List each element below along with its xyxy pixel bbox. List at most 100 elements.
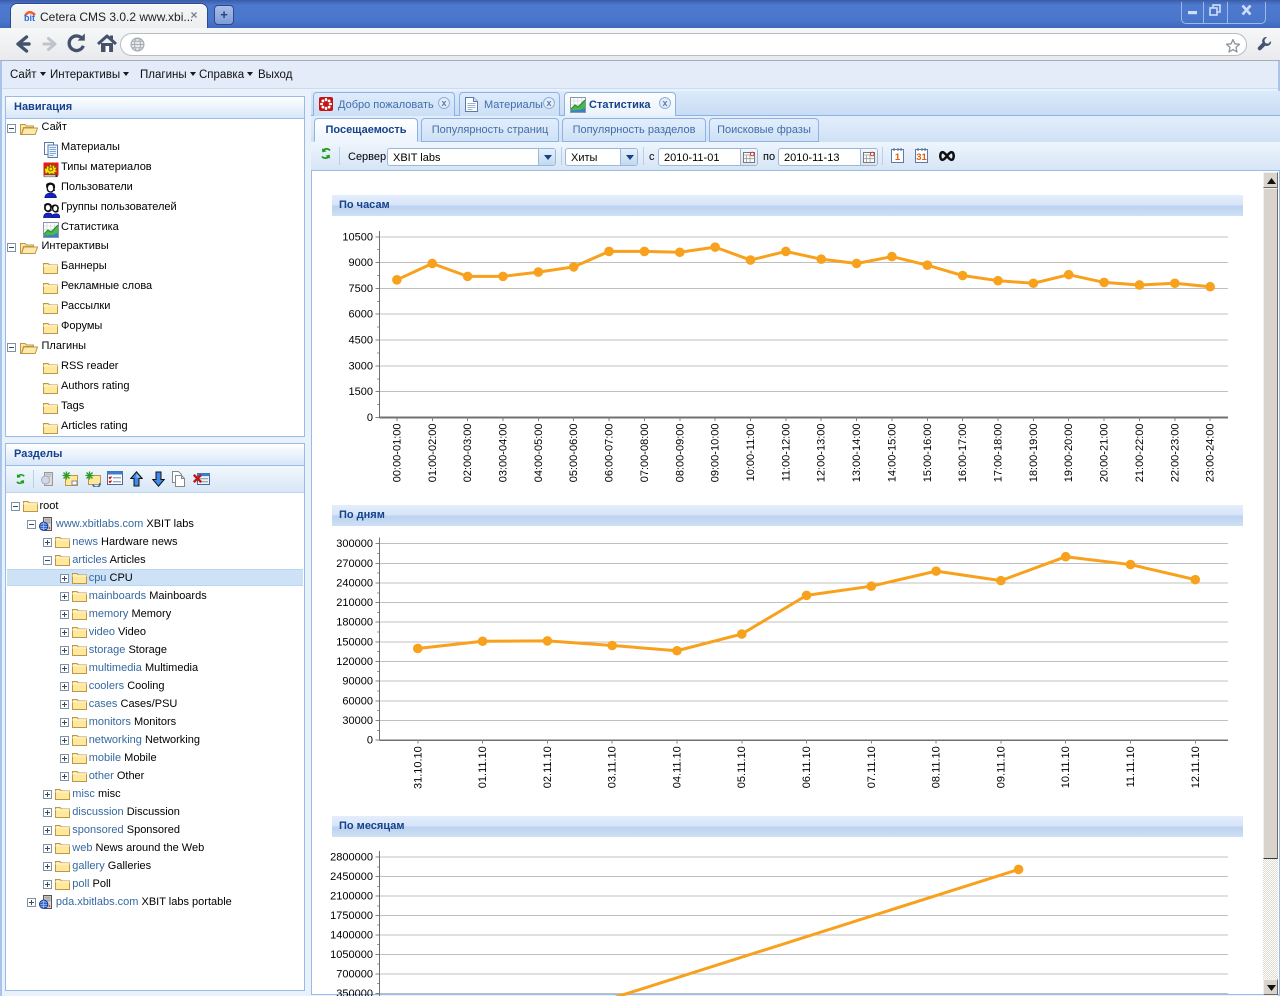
nav-tree-label[interactable]: Authors rating <box>61 380 129 392</box>
main-tab-label[interactable]: Добро пожаловать <box>338 99 434 111</box>
date-to-calendar-button[interactable] <box>860 149 877 165</box>
tab-close-icon[interactable]: × <box>188 10 200 22</box>
section-tree-item[interactable]: other Other <box>6 769 304 787</box>
properties-icon[interactable] <box>107 471 123 489</box>
section-name[interactable]: cases Cases/PSU <box>89 698 178 710</box>
day-calendar-button[interactable]: 1 <box>890 147 905 167</box>
main-tab-1[interactable]: Добро пожаловать x <box>313 92 455 116</box>
tree-expander-plus-icon[interactable] <box>43 538 52 547</box>
copy-icon[interactable] <box>171 471 186 490</box>
date-to-field[interactable]: 2010-11-13 <box>778 148 878 166</box>
tree-expander-minus-icon[interactable] <box>7 124 16 133</box>
nav-tree-label[interactable]: RSS reader <box>61 360 118 372</box>
server-icon[interactable] <box>40 471 56 490</box>
new-tab-button[interactable]: + <box>214 5 234 25</box>
refresh-icon[interactable] <box>320 147 332 160</box>
section-name[interactable]: pda.xbitlabs.com XBIT labs portable <box>56 896 232 908</box>
tree-expander-plus-icon[interactable] <box>60 664 69 673</box>
nav-tree-label[interactable]: Группы пользователей <box>61 201 177 213</box>
scrollbar-thumb[interactable] <box>1263 188 1278 859</box>
minimize-button[interactable] <box>1182 2 1204 23</box>
tree-expander-plus-icon[interactable] <box>43 880 52 889</box>
tree-expander-plus-icon[interactable] <box>60 718 69 727</box>
section-tree-item[interactable]: discussion Discussion <box>6 805 304 823</box>
section-tree-item[interactable]: poll Poll <box>6 877 304 895</box>
nav-tree-item[interactable]: Tags <box>6 398 304 416</box>
nav-tree-label[interactable]: Интерактивы <box>42 240 109 252</box>
nav-tree-label[interactable]: Плагины <box>42 340 87 352</box>
section-tree-item[interactable]: root <box>6 499 304 517</box>
section-name[interactable]: storage Storage <box>89 644 167 656</box>
section-tree-item[interactable]: gallery Galleries <box>6 859 304 877</box>
section-name[interactable]: coolers Cooling <box>89 680 165 692</box>
main-tab-label[interactable]: Статистика <box>589 99 651 111</box>
month-calendar-button[interactable]: 31 <box>914 147 929 167</box>
section-name[interactable]: mainboards Mainboards <box>89 590 207 602</box>
menu-item-4[interactable]: Справка <box>199 69 253 81</box>
nav-tree-item[interactable]: Рассылки <box>6 298 304 316</box>
section-desc[interactable]: XBIT labs portable <box>142 896 232 908</box>
tree-expander-minus-icon[interactable] <box>27 520 36 529</box>
infinity-button-icon[interactable] <box>938 150 956 162</box>
tree-expander-plus-icon[interactable] <box>43 808 52 817</box>
section-name[interactable]: gallery Galleries <box>72 860 151 872</box>
wrench-icon[interactable] <box>1256 35 1274 53</box>
nav-tree-label[interactable]: Рекламные слова <box>61 280 152 292</box>
sub-tab-3[interactable]: Популярность разделов <box>562 118 706 142</box>
server-select[interactable]: XBIT labs <box>387 148 556 166</box>
nav-tree-label[interactable]: Рассылки <box>61 300 110 312</box>
tree-expander-plus-icon[interactable] <box>60 610 69 619</box>
delete-icon[interactable] <box>193 471 210 489</box>
section-name[interactable]: multimedia Multimedia <box>89 662 198 674</box>
section-tree-item[interactable]: networking Networking <box>6 733 304 751</box>
tree-expander-minus-icon[interactable] <box>11 502 20 511</box>
section-tree-item[interactable]: multimedia Multimedia <box>6 661 304 679</box>
move-down-icon[interactable] <box>152 471 165 490</box>
section-tree-item[interactable]: sponsored Sponsored <box>6 823 304 841</box>
section-tree-item[interactable]: cases Cases/PSU <box>6 697 304 715</box>
section-desc[interactable]: CPU <box>110 572 133 584</box>
section-name[interactable]: networking Networking <box>89 734 200 746</box>
nav-tree-item[interactable]: RSS reader <box>6 358 304 376</box>
reload-button-icon[interactable] <box>63 31 89 57</box>
section-tree-item[interactable]: mobile Mobile <box>6 751 304 769</box>
section-name[interactable]: poll Poll <box>72 878 111 890</box>
nav-tree-item[interactable]: Интерактивы <box>6 238 304 256</box>
section-tree-item[interactable]: news Hardware news <box>6 535 304 553</box>
section-desc[interactable]: misc <box>98 788 121 800</box>
section-desc[interactable]: Cooling <box>127 680 164 692</box>
close-window-button[interactable] <box>1228 2 1265 23</box>
section-name[interactable]: video Video <box>89 626 146 638</box>
section-name[interactable]: monitors Monitors <box>89 716 176 728</box>
nav-tree-label[interactable]: Материалы <box>61 141 120 153</box>
menu-item-5[interactable]: Выход <box>258 69 292 81</box>
tree-expander-plus-icon[interactable] <box>60 628 69 637</box>
nav-tree-item[interactable]: Форумы <box>6 318 304 336</box>
section-name[interactable]: mobile Mobile <box>89 752 157 764</box>
section-desc[interactable]: Memory <box>131 608 171 620</box>
nav-tree-label[interactable]: Типы материалов <box>61 161 152 173</box>
nav-tree-item[interactable]: Статистика <box>6 219 304 237</box>
section-desc[interactable]: Mainboards <box>149 590 206 602</box>
menu-item-1[interactable]: Сайт <box>10 69 46 81</box>
tab-close-icon[interactable]: x <box>438 97 450 109</box>
tree-expander-plus-icon[interactable] <box>60 592 69 601</box>
tree-expander-plus-icon[interactable] <box>27 898 36 907</box>
nav-tree-item[interactable]: Материалы <box>6 139 304 157</box>
section-desc[interactable]: Networking <box>145 734 200 746</box>
section-name[interactable]: other Other <box>89 770 145 782</box>
sub-tab-1[interactable]: Посещаемость <box>314 118 418 142</box>
section-tree-item[interactable]: cpu CPU <box>6 571 304 589</box>
sub-tab-2[interactable]: Популярность страниц <box>421 118 559 142</box>
tab-close-icon[interactable]: x <box>543 97 555 109</box>
section-desc[interactable]: Monitors <box>134 716 176 728</box>
section-name[interactable]: www.xbitlabs.com XBIT labs <box>56 518 194 530</box>
section-tree-item[interactable]: video Video <box>6 625 304 643</box>
section-tree-item[interactable]: monitors Monitors <box>6 715 304 733</box>
section-desc[interactable]: XBIT labs <box>146 518 194 530</box>
nav-tree-label[interactable]: Articles rating <box>61 420 128 432</box>
nav-tree-label[interactable]: Сайт <box>42 121 67 133</box>
tree-expander-plus-icon[interactable] <box>43 790 52 799</box>
tree-expander-plus-icon[interactable] <box>60 574 69 583</box>
main-tab-2[interactable]: Материалыx <box>459 92 560 116</box>
